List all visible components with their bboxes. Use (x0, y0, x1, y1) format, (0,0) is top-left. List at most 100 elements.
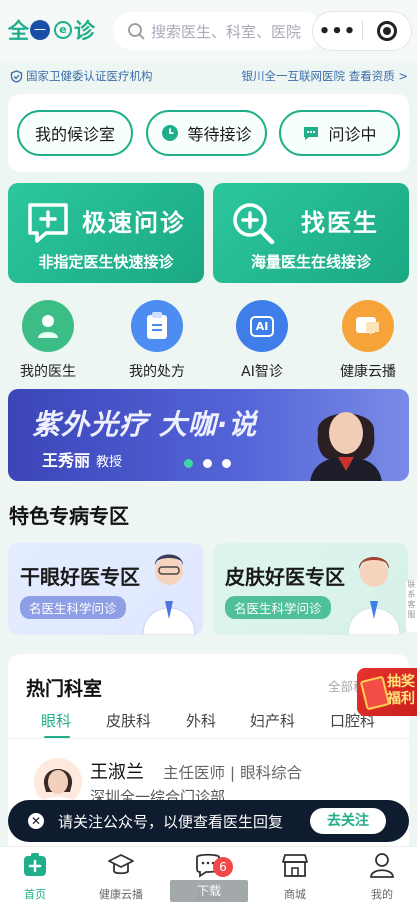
quick-consult-subtitle: 非指定医生快速接诊 (38, 253, 174, 271)
promo-line1: 抽奖 (387, 674, 415, 690)
carousel-indicator (184, 459, 231, 468)
quick-consult-card[interactable]: 极速问诊 非指定医生快速接诊 (8, 183, 204, 283)
skin-zone-card[interactable]: 皮肤好医专区 名医生科学问诊 (213, 543, 408, 635)
doctor-illustration (347, 557, 401, 635)
search-input[interactable]: 搜索医生、科室、医院 (113, 12, 323, 50)
search-icon (128, 23, 145, 40)
department-tabs: 眼科 皮肤科 外科 妇产科 口腔科 (8, 710, 409, 739)
graduation-cap-icon (108, 854, 134, 875)
logo-text-quan: 全 (8, 19, 29, 43)
red-envelope-icon (359, 675, 391, 711)
search-placeholder: 搜索医生、科室、医院 (151, 22, 302, 41)
home-plus-icon (24, 853, 46, 876)
zone-pill: 名医生科学问诊 (20, 596, 126, 619)
carousel-dot[interactable] (203, 459, 212, 468)
quick-link-label: AI智诊 (241, 364, 283, 380)
speaker-portrait (310, 412, 382, 481)
carousel-dot[interactable] (222, 459, 231, 468)
zone-title: 皮肤好医专区 (225, 565, 345, 589)
tab-label: 商城 (284, 888, 306, 901)
quick-link-label: 我的医生 (20, 364, 76, 380)
tab-home[interactable]: 首页 (0, 851, 70, 902)
cert-text: 国家卫健委认证医疗机构 (26, 69, 153, 83)
shield-check-icon (10, 69, 23, 83)
in-consult-label: 问诊中 (328, 125, 377, 144)
carousel-dot-active[interactable] (184, 459, 193, 468)
quick-link-label: 健康云播 (340, 364, 396, 380)
tab-ophthalmology[interactable]: 眼科 (41, 710, 71, 731)
doctor-illustration (142, 554, 196, 635)
quick-link-ai-diagnosis[interactable]: AI AI智诊 (222, 300, 302, 381)
in-consult-button[interactable]: 问诊中 (279, 110, 400, 156)
quick-link-my-prescription[interactable]: 我的处方 (117, 300, 197, 381)
banner-speaker: 王秀丽 教授 (42, 447, 122, 471)
find-doctor-subtitle: 海量医生在线接诊 (250, 253, 371, 271)
dry-eye-zone-card[interactable]: 干眼好医专区 名医生科学问诊 (8, 543, 203, 635)
tab-label: 健康云播 (99, 888, 143, 901)
waiting-button[interactable]: 等待接诊 (146, 110, 267, 156)
chat-icon (304, 127, 319, 140)
logo-e-mark: e (54, 21, 72, 39)
logo-text-yi: 一 (30, 20, 50, 40)
close-icon[interactable]: ✕ (28, 813, 44, 829)
tab-surgery[interactable]: 外科 (186, 710, 216, 731)
view-qualification-link[interactable]: 银川全一互联网医院 查看资质 > (242, 68, 408, 84)
follow-account-toast: ✕ 请关注公众号，以便查看医生回复 去关注 (8, 800, 409, 842)
clock-icon (162, 125, 179, 141)
tabs-divider (8, 738, 409, 739)
tab-profile[interactable]: 我的 (347, 851, 417, 902)
find-doctor-title: 找医生 (301, 209, 379, 237)
miniapp-capsule: ••• (312, 11, 412, 51)
tab-obstetrics[interactable]: 妇产科 (250, 710, 295, 731)
lottery-promo-float[interactable]: 抽奖 福利 (357, 668, 417, 716)
toast-message: 请关注公众号，以便查看医生回复 (58, 813, 284, 831)
quick-consult-title: 极速问诊 (82, 209, 186, 237)
chat-plus-icon (28, 203, 68, 243)
close-miniapp-button[interactable] (363, 21, 411, 41)
logo-text-zhen: 诊 (74, 19, 95, 43)
magnifier-plus-icon (233, 203, 275, 245)
zone-pill: 名医生科学问诊 (225, 596, 331, 619)
tab-dermatology[interactable]: 皮肤科 (106, 710, 151, 731)
quick-link-label: 我的处方 (129, 364, 185, 380)
target-circle-icon (376, 21, 397, 41)
special-section-title: 特色专病专区 (9, 504, 129, 528)
waiting-label: 等待接诊 (187, 125, 252, 144)
download-overlay-tag[interactable]: 下载 (170, 880, 248, 902)
waiting-room-button[interactable]: 我的候诊室 (17, 110, 133, 156)
unread-badge: 6 (213, 857, 233, 877)
speaker-name: 王秀丽 (42, 451, 91, 470)
consult-status-card: 我的候诊室 等待接诊 问诊中 (8, 94, 409, 172)
zone-title: 干眼好医专区 (20, 565, 140, 589)
quick-link-my-doctor[interactable]: 我的医生 (8, 300, 88, 381)
doctor-icon (22, 300, 74, 352)
doctor-avatar[interactable] (34, 758, 82, 806)
user-icon (370, 853, 394, 878)
tab-health-live[interactable]: 健康云播 (86, 851, 156, 902)
doctor-title: 主任医师 | 眼科综合 (163, 764, 303, 782)
follow-button[interactable]: 去关注 (310, 808, 386, 834)
promo-banner[interactable]: 紫外光疗 大咖·说 王秀丽 教授 (8, 389, 409, 481)
tab-label: 我的 (371, 888, 393, 901)
tab-label: 首页 (24, 888, 46, 901)
doctor-name[interactable]: 王淑兰 (90, 758, 144, 784)
customer-service-tab[interactable]: 联系客服 (406, 580, 417, 632)
waiting-room-label: 我的候诊室 (34, 125, 115, 144)
find-doctor-card[interactable]: 找医生 海量医生在线接诊 (213, 183, 409, 283)
certification-strip: 国家卫健委认证医疗机构 银川全一互联网医院 查看资质 > (0, 64, 417, 86)
speaker-role: 教授 (96, 455, 123, 470)
app-logo[interactable]: 全 一 e 诊 (8, 14, 95, 46)
prescription-icon (131, 300, 183, 352)
ai-chip-text: AI (249, 315, 275, 337)
cert-badge: 国家卫健委认证医疗机构 (10, 68, 153, 84)
banner-title: 紫外光疗 大咖·说 (32, 408, 258, 441)
more-dots-icon[interactable]: ••• (313, 21, 362, 42)
hot-departments-title: 热门科室 (26, 678, 103, 700)
tab-shop[interactable]: 商城 (260, 851, 330, 902)
live-broadcast-icon (342, 300, 394, 352)
ai-chip-icon: AI (236, 300, 288, 352)
promo-line2: 福利 (387, 691, 415, 707)
shop-icon (282, 854, 308, 877)
quick-link-health-live[interactable]: 健康云播 (328, 300, 408, 381)
top-header: 全 一 e 诊 搜索医生、科室、医院 ••• (0, 0, 417, 62)
